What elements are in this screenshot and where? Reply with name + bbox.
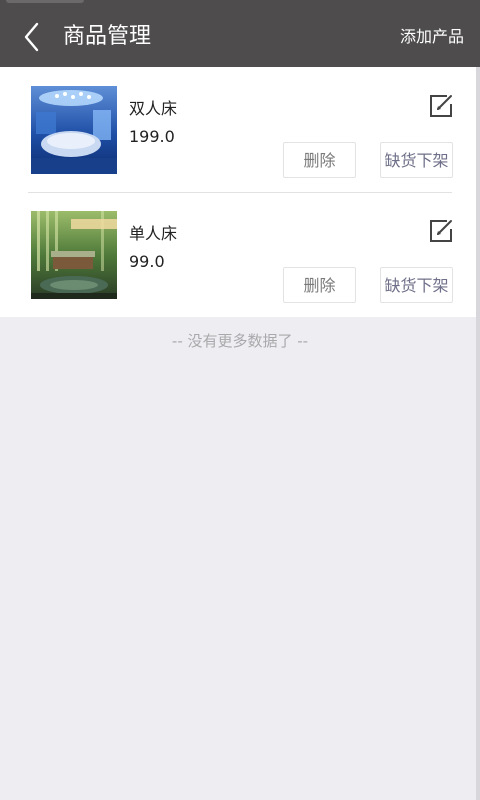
edit-button[interactable] — [427, 92, 455, 120]
product-list: 双人床 199.0 删除 缺货下架 单人床 99.0 删除 缺货下架 — [0, 67, 480, 317]
product-price: 99.0 — [129, 252, 165, 271]
chevron-left-icon — [24, 22, 39, 52]
product-item-single-bed: 单人床 99.0 删除 缺货下架 — [0, 192, 480, 317]
back-button[interactable] — [14, 19, 50, 55]
product-name: 单人床 — [129, 224, 178, 243]
add-product-button[interactable]: 添加产品 — [400, 6, 464, 67]
status-tab — [6, 0, 84, 3]
product-image — [31, 86, 117, 174]
edit-button[interactable] — [427, 217, 455, 245]
out-of-stock-button[interactable]: 缺货下架 — [380, 267, 453, 303]
edit-icon — [430, 220, 452, 242]
product-price: 199.0 — [129, 127, 175, 146]
edit-icon — [430, 95, 452, 117]
product-image — [31, 211, 117, 299]
scroll-edge — [476, 67, 480, 800]
no-more-data-text: -- 没有更多数据了 -- — [171, 332, 309, 350]
page-title: 商品管理 — [63, 24, 152, 49]
product-name: 双人床 — [129, 99, 178, 118]
delete-button[interactable]: 删除 — [283, 267, 356, 303]
delete-button[interactable]: 删除 — [283, 142, 356, 178]
product-item-double-bed: 双人床 199.0 删除 缺货下架 — [0, 67, 480, 192]
out-of-stock-button[interactable]: 缺货下架 — [380, 142, 453, 178]
app-header: 商品管理 添加产品 — [0, 6, 480, 67]
